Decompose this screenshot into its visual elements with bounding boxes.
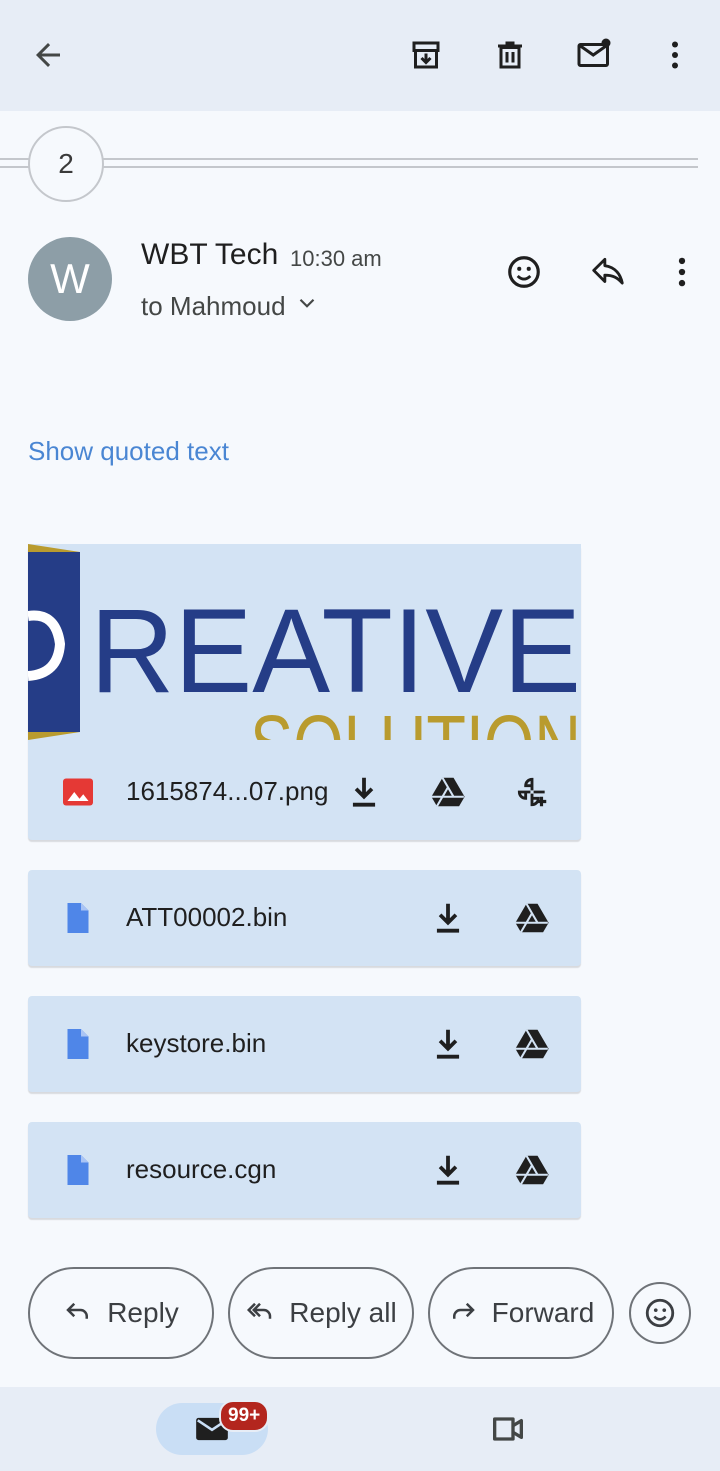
recipient-label: to Mahmoud [141,291,286,321]
image-file-icon [60,774,96,810]
back-arrow-icon[interactable] [23,30,73,80]
attachment-name: resource.cgn [126,1154,277,1184]
file-icon [60,1152,96,1188]
forward-icon [448,1295,478,1332]
message-time: 10:30 am [290,246,382,271]
meet-tab[interactable] [484,1405,532,1453]
more-vert-icon[interactable] [650,30,700,80]
message-more-icon[interactable] [658,248,706,296]
attachment-image-preview[interactable]: REATIVE SOLUTION [28,544,581,740]
add-to-photos-icon[interactable] [510,770,554,814]
creative-solution-logo: REATIVE SOLUTION [28,544,581,740]
add-reaction-icon[interactable] [500,248,548,296]
top-app-bar [0,0,720,111]
reply-all-button[interactable]: Reply all [228,1267,414,1359]
mark-unread-icon[interactable] [569,30,619,80]
reply-button[interactable]: Reply [28,1267,214,1359]
attachment-row: ATT00002.bin [28,870,581,966]
reply-icon [63,1295,93,1332]
attachment-card[interactable]: resource.cgn [28,1122,581,1218]
emoji-icon [645,1298,675,1328]
attachment-card-image[interactable]: REATIVE SOLUTION 1615874...07.png [28,544,581,840]
recipient-details[interactable]: to Mahmoud [141,290,320,323]
download-icon[interactable] [426,1022,470,1066]
attachment-row: resource.cgn [28,1122,581,1218]
reply-icon[interactable] [584,248,632,296]
delete-icon[interactable] [485,30,535,80]
drive-icon[interactable] [426,770,470,814]
attachment-name: 1615874...07.png [126,776,329,806]
video-camera-icon [493,1417,523,1441]
attachment-card[interactable]: keystore.bin [28,996,581,1092]
reply-all-icon [245,1295,275,1332]
react-emoji-button[interactable] [629,1282,691,1344]
attachment-row: 1615874...07.png [28,744,581,840]
download-icon[interactable] [342,770,386,814]
drive-icon[interactable] [510,1022,554,1066]
download-icon[interactable] [426,1148,470,1192]
drive-icon[interactable] [510,1148,554,1192]
forward-button[interactable]: Forward [428,1267,614,1359]
collapsed-messages-line [0,158,698,168]
file-icon [60,900,96,936]
show-quoted-text-link[interactable]: Show quoted text [28,436,229,467]
sender-avatar[interactable]: W [28,237,112,321]
forward-label: Forward [491,1297,595,1328]
chevron-down-icon[interactable] [294,290,320,323]
sender-name: WBT Tech [141,238,279,271]
attachment-name: keystore.bin [126,1028,267,1058]
archive-icon[interactable] [401,30,451,80]
reply-all-label: Reply all [289,1297,397,1328]
reply-label: Reply [107,1297,179,1328]
logo-line2: SOLUTION [250,698,581,740]
bottom-navigation [0,1387,720,1471]
download-icon[interactable] [426,896,470,940]
drive-icon[interactable] [510,896,554,940]
attachment-row: keystore.bin [28,996,581,1092]
attachment-name: ATT00002.bin [126,902,288,932]
unread-count-badge: 99+ [219,1400,270,1432]
collapsed-messages-count[interactable]: 2 [28,126,104,202]
attachment-card[interactable]: ATT00002.bin [28,870,581,966]
file-icon [60,1026,96,1062]
